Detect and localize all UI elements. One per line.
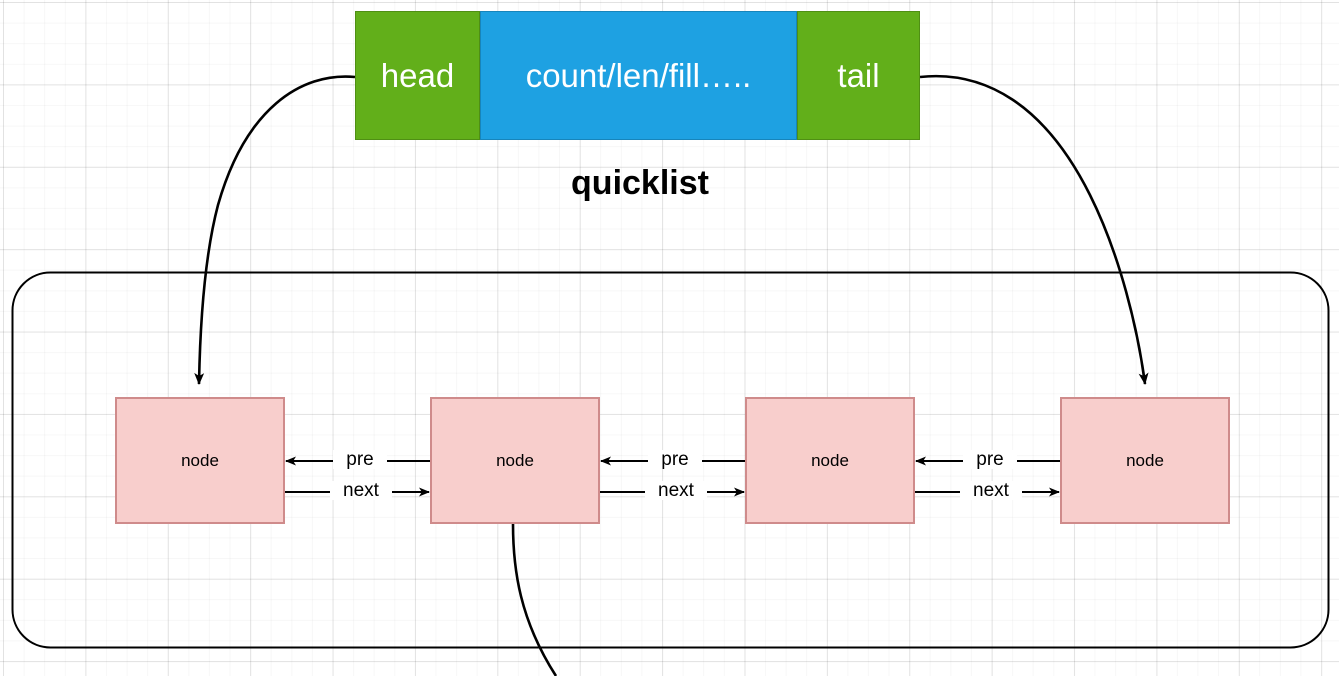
edge-label-next-3: next xyxy=(960,481,1022,500)
node-4[interactable]: node xyxy=(1060,397,1230,524)
quicklist-tail-label: tail xyxy=(837,57,880,94)
edge-label-pre-3: pre xyxy=(963,450,1017,469)
node-detail-connector xyxy=(511,523,558,676)
quicklist-meta-label: count/len/fill….. xyxy=(525,57,752,94)
quicklist-meta-field[interactable]: count/len/fill….. xyxy=(480,11,797,140)
quicklist-head-field[interactable]: head xyxy=(355,11,480,140)
diagram-canvas: head count/len/fill….. tail quicklist no… xyxy=(0,0,1339,676)
head-pointer-arrow xyxy=(194,75,356,385)
node-label: node xyxy=(1126,451,1164,470)
quicklist-title: quicklist xyxy=(571,164,709,202)
edge-label-next-1: next xyxy=(330,481,392,500)
node-label: node xyxy=(811,451,849,470)
node-label: node xyxy=(496,451,534,470)
quicklist-head-label: head xyxy=(380,57,455,94)
edge-label-pre-1: pre xyxy=(333,450,387,469)
node-1[interactable]: node xyxy=(115,397,285,524)
node-label: node xyxy=(181,451,219,470)
tail-pointer-arrow xyxy=(919,74,1149,385)
edge-label-next-2: next xyxy=(645,481,707,500)
node-3[interactable]: node xyxy=(745,397,915,524)
edge-label-pre-2: pre xyxy=(648,450,702,469)
node-2[interactable]: node xyxy=(430,397,600,524)
quicklist-tail-field[interactable]: tail xyxy=(797,11,920,140)
